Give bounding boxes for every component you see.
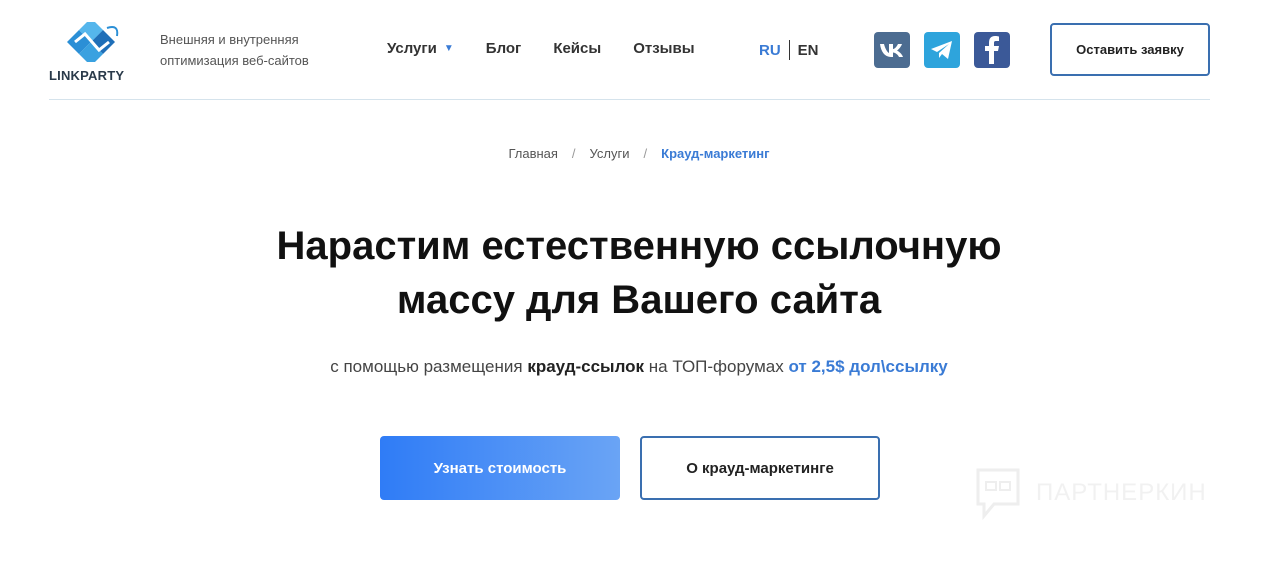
telegram-link[interactable] [924, 32, 960, 68]
nav-item-label: Услуги [387, 40, 437, 57]
hero-subtitle: с помощью размещения крауд-ссылок на ТОП… [0, 357, 1278, 377]
breadcrumb-services[interactable]: Услуги [590, 146, 630, 161]
leave-request-button[interactable]: Оставить заявку [1050, 23, 1210, 76]
nav-item-cases[interactable]: Кейсы [553, 40, 601, 57]
breadcrumb: Главная / Услуги / Крауд-маркетинг [0, 146, 1278, 161]
breadcrumb-home[interactable]: Главная [508, 146, 557, 161]
site-header: LINKPARTY Внешняя и внутренняя оптимизац… [49, 0, 1210, 100]
facebook-link[interactable] [974, 32, 1010, 68]
nav-item-reviews[interactable]: Отзывы [633, 40, 694, 57]
hero-title: Нарастим естественную ссылочную массу дл… [0, 219, 1278, 327]
lang-en[interactable]: EN [798, 42, 819, 59]
hero-title-line2: массу для Вашего сайта [396, 278, 882, 322]
nav-item-blog[interactable]: Блог [486, 40, 522, 57]
facebook-icon [985, 36, 999, 64]
lang-divider [788, 40, 790, 60]
telegram-icon [931, 41, 952, 59]
get-price-button[interactable]: Узнать стоимость [380, 436, 620, 500]
subtitle-price: от 2,5$ дол\ссылку [788, 357, 948, 376]
breadcrumb-current: Крауд-маркетинг [661, 146, 770, 161]
vk-icon [880, 44, 903, 57]
subtitle-text-2: на ТОП-форумах [644, 357, 789, 376]
watermark: ПАРТНЕРКИН [974, 466, 1207, 520]
subtitle-bold: крауд-ссылок [527, 357, 645, 376]
breadcrumb-separator: / [643, 146, 648, 161]
lang-ru[interactable]: RU [759, 42, 781, 59]
breadcrumb-separator: / [571, 146, 576, 161]
subtitle-text: с помощью размещения [330, 357, 528, 376]
nav-item-services[interactable]: Услуги ▼ [387, 40, 454, 57]
logo-text: LINKPARTY [49, 68, 125, 83]
site-tagline: Внешняя и внутренняя оптимизация веб-сай… [160, 32, 309, 68]
caret-down-icon: ▼ [443, 43, 454, 54]
main-nav: Услуги ▼ Блог Кейсы Отзывы [387, 40, 727, 57]
nav-item-label: Блог [485, 40, 522, 57]
logo[interactable]: LINKPARTY [49, 22, 133, 84]
logo-icon [67, 22, 119, 62]
about-crowd-marketing-button[interactable]: О крауд-маркетинге [640, 436, 880, 500]
watermark-text: ПАРТНЕРКИН [1036, 479, 1207, 506]
vk-link[interactable] [874, 32, 910, 68]
hero-title-line1: Нарастим естественную ссылочную [276, 224, 1002, 268]
language-switcher: RU EN [759, 40, 819, 60]
nav-item-label: Отзывы [633, 40, 695, 57]
chat-bubble-icon [976, 468, 1020, 520]
nav-item-label: Кейсы [553, 40, 602, 57]
